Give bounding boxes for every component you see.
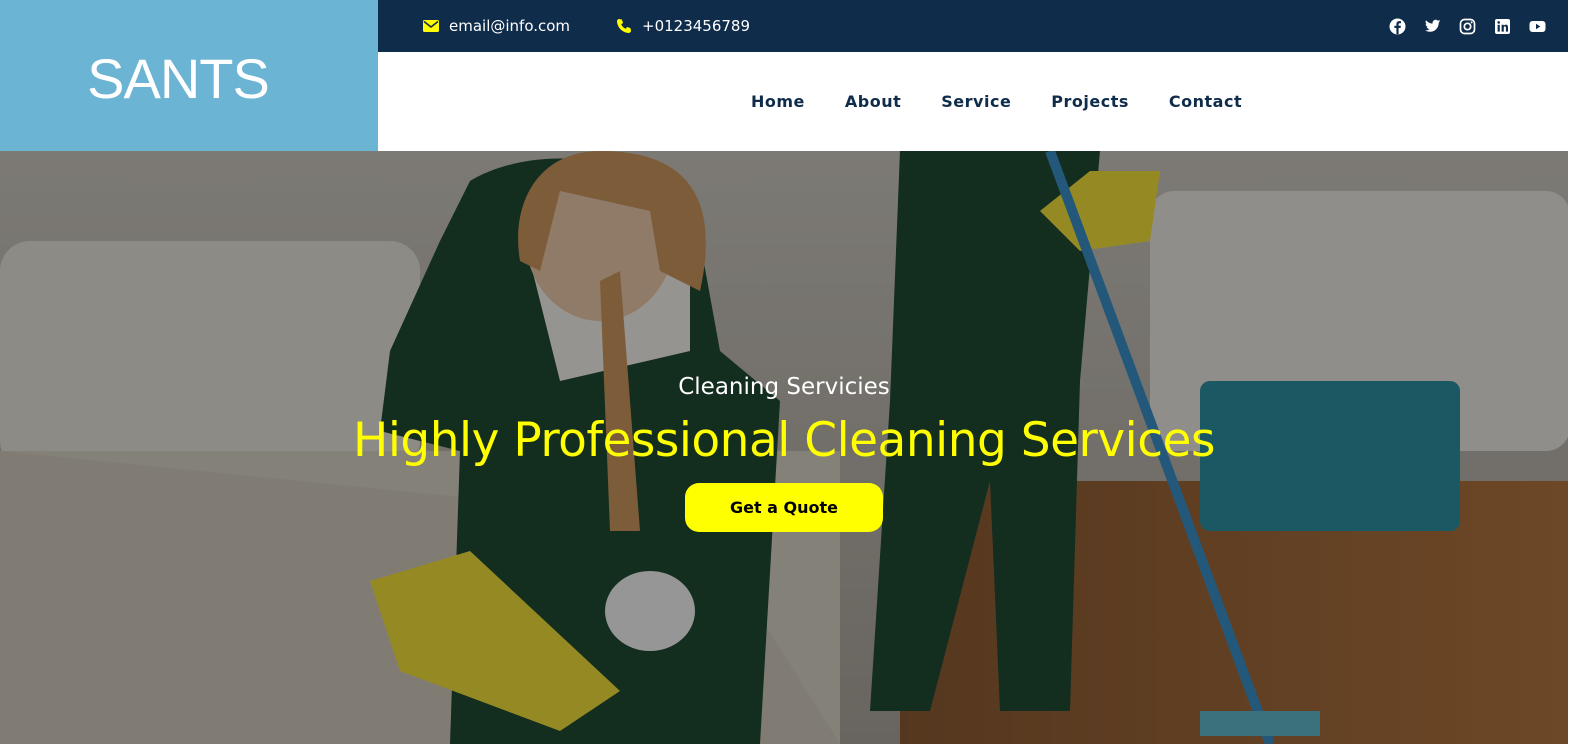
nav-item-home[interactable]: Home [751, 92, 805, 111]
phone-contact[interactable]: +0123456789 [616, 17, 750, 35]
logo-panel: SANTS [0, 0, 378, 151]
linkedin-icon[interactable] [1494, 18, 1511, 35]
nav-item-contact[interactable]: Contact [1169, 92, 1242, 111]
instagram-icon[interactable] [1459, 18, 1476, 35]
nav-item-projects[interactable]: Projects [1051, 92, 1129, 111]
email-text: email@info.com [449, 17, 571, 35]
main-navigation: Home About Service Projects Contact [378, 52, 1568, 151]
site-logo[interactable]: SANTS [87, 46, 270, 111]
page-right-edge [1568, 0, 1584, 753]
nav-item-about[interactable]: About [845, 92, 901, 111]
hero-subtitle: Cleaning Servicies [678, 374, 890, 400]
phone-icon [616, 18, 632, 34]
get-quote-button[interactable]: Get a Quote [685, 483, 883, 532]
phone-text: +0123456789 [642, 17, 751, 35]
youtube-icon[interactable] [1529, 18, 1546, 35]
social-links [1389, 18, 1546, 35]
hero-title: Highly Professional Cleaning Services [353, 413, 1215, 468]
envelope-icon [423, 20, 439, 32]
email-contact[interactable]: email@info.com [423, 17, 570, 35]
nav-item-service[interactable]: Service [941, 92, 1011, 111]
nav-menu: Home About Service Projects Contact [751, 92, 1282, 111]
hero-section: Cleaning Servicies Highly Professional C… [0, 151, 1568, 744]
top-contact-bar: email@info.com +0123456789 [378, 0, 1568, 52]
twitter-icon[interactable] [1424, 18, 1441, 35]
facebook-icon[interactable] [1389, 18, 1406, 35]
hero-content: Cleaning Servicies Highly Professional C… [0, 151, 1568, 744]
